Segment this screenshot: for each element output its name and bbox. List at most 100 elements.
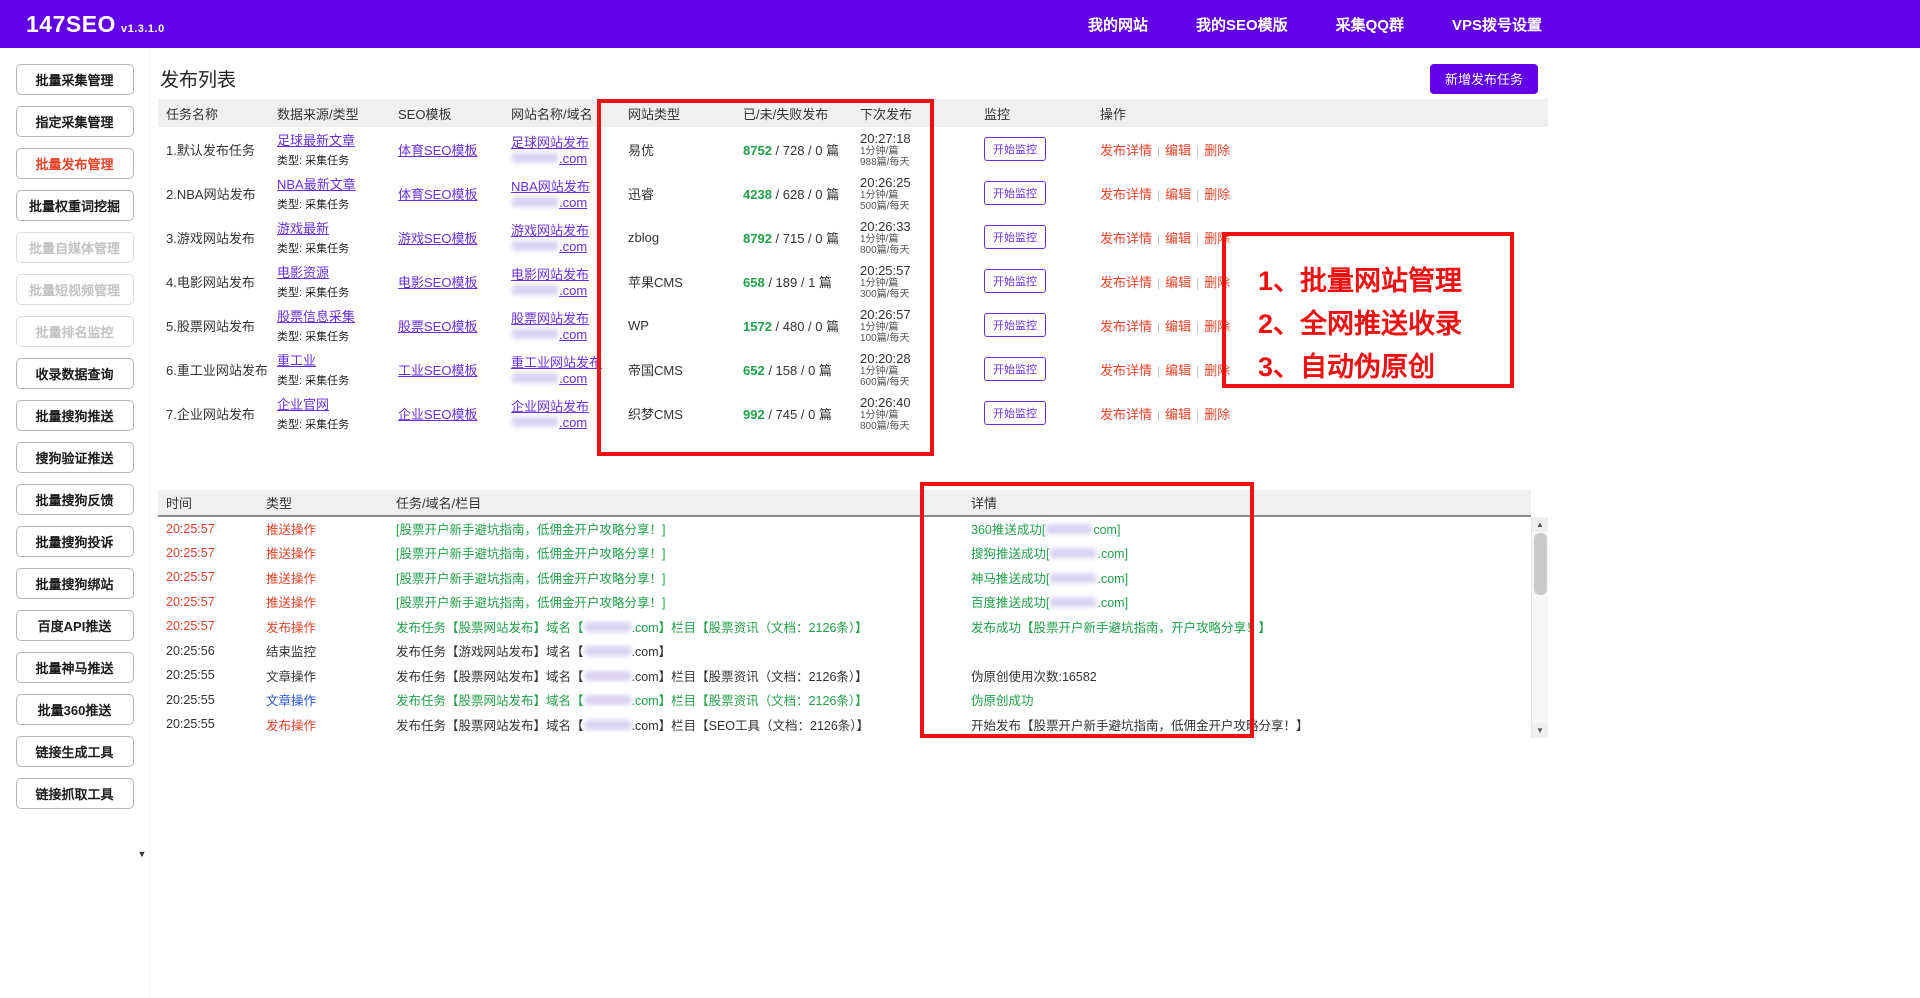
- source-link[interactable]: 重工业: [277, 353, 316, 368]
- site-domain-link[interactable]: .com: [511, 151, 587, 166]
- action-delete[interactable]: 删除: [1204, 187, 1230, 202]
- action-delete[interactable]: 删除: [1204, 407, 1230, 422]
- app-version: v1.3.1.0: [121, 23, 165, 35]
- daily-quota: 300篇/每天: [860, 289, 968, 300]
- site-name-link[interactable]: 重工业网站发布: [511, 355, 602, 370]
- source-link[interactable]: 足球最新文章: [277, 133, 355, 148]
- sidebar-scroll-down-icon[interactable]: ▼: [138, 849, 147, 859]
- publish-rate: 1分钟/篇: [860, 410, 968, 421]
- site-domain-link[interactable]: .com: [511, 415, 587, 430]
- action-delete[interactable]: 删除: [1204, 363, 1230, 378]
- log-type: 结束监控: [258, 639, 388, 664]
- scroll-down-icon[interactable]: ▼: [1532, 723, 1548, 738]
- sidebar-item[interactable]: 批量神马推送: [16, 652, 134, 683]
- sidebar-scrollbar[interactable]: ▼: [136, 847, 148, 861]
- action-publish-detail[interactable]: 发布详情: [1100, 407, 1152, 422]
- app-title: 147SEO: [26, 11, 116, 37]
- site-domain-link[interactable]: .com: [511, 239, 587, 254]
- log-time: 20:25:55: [158, 712, 258, 737]
- action-edit[interactable]: 编辑: [1165, 143, 1191, 158]
- site-domain-link[interactable]: .com: [511, 195, 587, 210]
- sidebar-item[interactable]: 批量搜狗绑站: [16, 568, 134, 599]
- sidebar-item[interactable]: 搜狗验证推送: [16, 442, 134, 473]
- next-publish: 20:26:571分钟/篇100篇/每天: [852, 303, 976, 347]
- action-publish-detail[interactable]: 发布详情: [1100, 231, 1152, 246]
- template-link[interactable]: 体育SEO模板: [398, 143, 477, 158]
- site-name-link[interactable]: 企业网站发布: [511, 399, 589, 414]
- template-cell: 游戏SEO模板: [390, 215, 503, 259]
- publish-rate: 1分钟/篇: [860, 234, 968, 245]
- log-column-header: 详情: [963, 490, 1531, 516]
- scroll-thumb[interactable]: [1534, 533, 1547, 595]
- template-link[interactable]: 游戏SEO模板: [398, 231, 477, 246]
- log-task: [股票开户新手避坑指南，低佣金开户攻略分享！]: [388, 590, 963, 615]
- action-delete[interactable]: 删除: [1204, 143, 1230, 158]
- action-edit[interactable]: 编辑: [1165, 231, 1191, 246]
- sidebar-item[interactable]: 指定采集管理: [16, 106, 134, 137]
- sidebar-item[interactable]: 批量360推送: [16, 694, 134, 725]
- action-edit[interactable]: 编辑: [1165, 187, 1191, 202]
- start-monitor-button[interactable]: 开始监控: [984, 137, 1046, 161]
- site-name-link[interactable]: 游戏网站发布: [511, 223, 589, 238]
- start-monitor-button[interactable]: 开始监控: [984, 357, 1046, 381]
- site-domain-link[interactable]: .com: [511, 283, 587, 298]
- publish-rate: 1分钟/篇: [860, 366, 968, 377]
- sidebar-item[interactable]: 收录数据查询: [16, 358, 134, 389]
- site-name-link[interactable]: 股票网站发布: [511, 311, 589, 326]
- source-link[interactable]: 企业官网: [277, 397, 329, 412]
- start-monitor-button[interactable]: 开始监控: [984, 225, 1046, 249]
- action-edit[interactable]: 编辑: [1165, 275, 1191, 290]
- source-link[interactable]: 股票信息采集: [277, 309, 355, 324]
- sidebar-item[interactable]: 链接生成工具: [16, 736, 134, 767]
- log-scrollbar[interactable]: ▲ ▼: [1531, 517, 1548, 738]
- template-link[interactable]: 股票SEO模板: [398, 319, 477, 334]
- site-name-link[interactable]: NBA网站发布: [511, 179, 590, 194]
- top-nav-item[interactable]: 我的网站: [1088, 14, 1148, 35]
- site-name-link[interactable]: 足球网站发布: [511, 135, 589, 150]
- sidebar-item[interactable]: 批量采集管理: [16, 64, 134, 95]
- sidebar-item[interactable]: 批量搜狗推送: [16, 400, 134, 431]
- log-time: 20:25:57: [158, 590, 258, 615]
- start-monitor-button[interactable]: 开始监控: [984, 181, 1046, 205]
- action-publish-detail[interactable]: 发布详情: [1100, 319, 1152, 334]
- log-detail: 搜狗推送成功[.com]: [963, 541, 1531, 566]
- action-edit[interactable]: 编辑: [1165, 407, 1191, 422]
- site-domain-link[interactable]: .com: [511, 371, 587, 386]
- template-link[interactable]: 体育SEO模板: [398, 187, 477, 202]
- next-publish-time: 20:25:57: [860, 263, 968, 278]
- template-link[interactable]: 电影SEO模板: [398, 275, 477, 290]
- action-publish-detail[interactable]: 发布详情: [1100, 143, 1152, 158]
- site-name-link[interactable]: 电影网站发布: [511, 267, 589, 282]
- next-publish-time: 20:26:33: [860, 219, 968, 234]
- start-monitor-button[interactable]: 开始监控: [984, 401, 1046, 425]
- sidebar-item[interactable]: 批量权重词挖掘: [16, 190, 134, 221]
- sidebar-item[interactable]: 批量搜狗反馈: [16, 484, 134, 515]
- start-monitor-button[interactable]: 开始监控: [984, 313, 1046, 337]
- source-link[interactable]: 电影资源: [277, 265, 329, 280]
- action-publish-detail[interactable]: 发布详情: [1100, 363, 1152, 378]
- blurred-domain: [585, 671, 631, 681]
- template-link[interactable]: 工业SEO模板: [398, 363, 477, 378]
- source-link[interactable]: NBA最新文章: [277, 177, 356, 192]
- template-link[interactable]: 企业SEO模板: [398, 407, 477, 422]
- sidebar-item[interactable]: 批量搜狗投诉: [16, 526, 134, 557]
- top-nav-item[interactable]: VPS拨号设置: [1452, 14, 1542, 35]
- action-edit[interactable]: 编辑: [1165, 363, 1191, 378]
- sidebar-item[interactable]: 链接抓取工具: [16, 778, 134, 809]
- action-publish-detail[interactable]: 发布详情: [1100, 187, 1152, 202]
- top-nav-item[interactable]: 我的SEO模版: [1196, 14, 1288, 35]
- new-publish-task-button[interactable]: 新增发布任务: [1430, 64, 1538, 94]
- action-delete[interactable]: 删除: [1204, 319, 1230, 334]
- action-delete[interactable]: 删除: [1204, 231, 1230, 246]
- sidebar-item[interactable]: 批量发布管理: [16, 148, 134, 179]
- sidebar-item[interactable]: 百度API推送: [16, 610, 134, 641]
- source-link[interactable]: 游戏最新: [277, 221, 329, 236]
- top-nav-item[interactable]: 采集QQ群: [1336, 14, 1404, 35]
- site-domain-link[interactable]: .com: [511, 327, 587, 342]
- action-delete[interactable]: 删除: [1204, 275, 1230, 290]
- scroll-up-icon[interactable]: ▲: [1532, 517, 1548, 532]
- action-edit[interactable]: 编辑: [1165, 319, 1191, 334]
- start-monitor-button[interactable]: 开始监控: [984, 269, 1046, 293]
- action-publish-detail[interactable]: 发布详情: [1100, 275, 1152, 290]
- actions-cell: 发布详情|编辑|删除: [1092, 127, 1548, 171]
